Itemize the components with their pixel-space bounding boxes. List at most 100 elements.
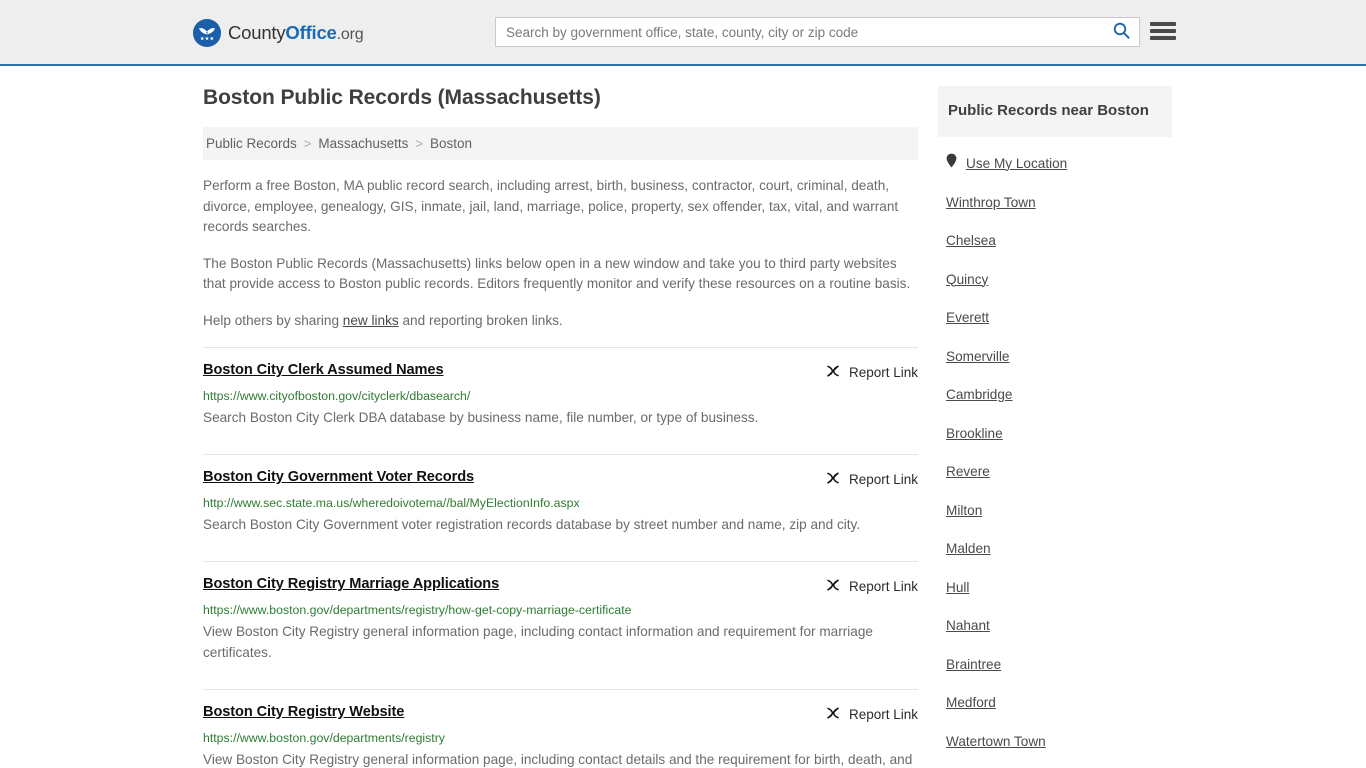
sidebar-heading: Public Records near Boston (938, 86, 1172, 137)
nearby-places-list: Use My Location Winthrop Town Chelsea Qu… (938, 137, 1172, 751)
intro-paragraph-1: Perform a free Boston, MA public record … (203, 178, 899, 234)
hamburger-bar (1150, 22, 1176, 26)
results-list: Boston City Clerk Assumed Names Report L… (203, 347, 918, 768)
new-links-link[interactable]: new links (343, 313, 399, 328)
breadcrumb-item-massachusetts[interactable]: Massachusetts (318, 136, 408, 151)
site-header: CountyOffice.org (0, 0, 1366, 66)
report-link-button[interactable]: Report Link (825, 577, 918, 596)
breadcrumb-item-boston: Boston (430, 136, 473, 151)
search-bar[interactable] (495, 17, 1140, 47)
nearby-item[interactable]: Cambridge (946, 386, 1172, 404)
nearby-link-chelsea[interactable]: Chelsea (946, 233, 996, 248)
nearby-item[interactable]: Chelsea (946, 232, 1172, 250)
result-title-link[interactable]: Boston City Clerk Assumed Names (203, 362, 444, 378)
nearby-item[interactable]: Braintree (946, 656, 1172, 674)
result-item: Boston City Registry Marriage Applicatio… (203, 561, 918, 689)
use-my-location-link[interactable]: Use My Location (966, 156, 1067, 171)
logo-wordmark: CountyOffice.org (228, 22, 364, 44)
intro-paragraph-3-prefix: Help others by sharing (203, 312, 343, 328)
nearby-link-malden[interactable]: Malden (946, 541, 991, 556)
nearby-link-braintree[interactable]: Braintree (946, 657, 1001, 672)
result-header: Boston City Registry Marriage Applicatio… (203, 576, 918, 596)
hamburger-bar (1150, 29, 1176, 33)
nearby-link-quincy[interactable]: Quincy (946, 272, 988, 287)
intro-section: Perform a free Boston, MA public record … (203, 176, 918, 331)
result-header: Boston City Registry Website Report Link (203, 704, 918, 724)
use-my-location-row[interactable]: Use My Location (946, 153, 1172, 173)
broken-link-icon (825, 577, 841, 596)
map-pin-icon (946, 153, 957, 173)
intro-paragraph-2: The Boston Public Records (Massachusetts… (203, 255, 911, 292)
breadcrumb: Public Records > Massachusetts > Boston (203, 127, 918, 160)
site-logo[interactable]: CountyOffice.org (193, 19, 364, 47)
result-title-link[interactable]: Boston City Registry Website (203, 704, 404, 720)
logo-text-county: County (228, 22, 286, 43)
result-header: Boston City Clerk Assumed Names Report L… (203, 362, 918, 382)
nearby-item[interactable]: Watertown Town (946, 733, 1172, 751)
report-link-label: Report Link (848, 365, 918, 380)
logo-text-office: Office (285, 22, 337, 43)
nearby-item[interactable]: Everett (946, 309, 1172, 327)
result-url-link[interactable]: https://www.boston.gov/departments/regis… (203, 731, 918, 745)
hamburger-bar (1150, 36, 1176, 40)
result-header: Boston City Government Voter Records Rep… (203, 469, 918, 489)
nearby-link-cambridge[interactable]: Cambridge (946, 387, 1013, 402)
nearby-item[interactable]: Malden (946, 540, 1172, 558)
eagle-shield-logo-icon (193, 19, 221, 47)
report-link-button[interactable]: Report Link (825, 363, 918, 382)
nearby-link-hull[interactable]: Hull (946, 580, 969, 595)
nearby-link-nahant[interactable]: Nahant (946, 618, 990, 633)
broken-link-icon (825, 470, 841, 489)
nearby-link-revere[interactable]: Revere (946, 464, 990, 479)
report-link-label: Report Link (848, 706, 918, 722)
report-link-button[interactable]: Report Link (825, 470, 918, 489)
report-link-label: Report Link (848, 579, 918, 595)
result-item: Boston City Government Voter Records Rep… (203, 454, 918, 561)
nearby-link-watertown-town[interactable]: Watertown Town (946, 734, 1046, 749)
intro-paragraph-3: Help others by sharing new links and rep… (203, 311, 918, 332)
nearby-link-milton[interactable]: Milton (946, 503, 982, 518)
broken-link-icon (825, 363, 841, 382)
nearby-link-brookline[interactable]: Brookline (946, 426, 1003, 441)
result-title-link[interactable]: Boston City Registry Marriage Applicatio… (203, 576, 499, 592)
nearby-item[interactable]: Brookline (946, 425, 1172, 443)
nearby-link-winthrop-town[interactable]: Winthrop Town (946, 195, 1036, 210)
nearby-item[interactable]: Hull (946, 579, 1172, 597)
sidebar: Public Records near Boston Use My Locati… (938, 86, 1172, 768)
nearby-item[interactable]: Quincy (946, 271, 1172, 289)
breadcrumb-separator-icon: > (303, 136, 312, 151)
report-link-button[interactable]: Report Link (825, 705, 918, 724)
broken-link-icon (825, 705, 841, 724)
result-url-link[interactable]: https://www.boston.gov/departments/regis… (203, 603, 918, 617)
search-icon (1113, 22, 1130, 42)
nearby-item[interactable]: Milton (946, 502, 1172, 520)
page-title: Boston Public Records (Massachusetts) (203, 86, 601, 109)
nearby-link-medford[interactable]: Medford (946, 695, 996, 710)
result-description: Search Boston City Clerk DBA database by… (203, 410, 759, 425)
result-url-link[interactable]: https://www.cityofboston.gov/cityclerk/d… (203, 389, 918, 403)
nearby-item[interactable]: Nahant (946, 617, 1172, 635)
result-description: View Boston City Registry general inform… (203, 751, 913, 767)
search-button[interactable] (1103, 18, 1139, 46)
breadcrumb-separator-icon: > (415, 136, 424, 151)
nearby-item[interactable]: Medford (946, 694, 1172, 712)
result-title-link[interactable]: Boston City Government Voter Records (203, 469, 474, 485)
main-content: Boston Public Records (Massachusetts) Pu… (203, 86, 918, 768)
nearby-item[interactable]: Winthrop Town (946, 194, 1172, 212)
result-item: Boston City Registry Website Report Link… (203, 688, 918, 768)
report-link-label: Report Link (848, 472, 918, 488)
logo-text-org: .org (336, 26, 364, 43)
hamburger-menu-icon[interactable] (1150, 20, 1176, 42)
result-description: Search Boston City Government voter regi… (203, 517, 861, 533)
result-url-link[interactable]: http://www.sec.state.ma.us/wheredoivotem… (203, 496, 918, 510)
breadcrumb-item-public-records[interactable]: Public Records (206, 136, 297, 151)
nearby-link-somerville[interactable]: Somerville (946, 349, 1009, 364)
nearby-item[interactable]: Revere (946, 463, 1172, 481)
search-input[interactable] (496, 18, 1103, 46)
nearby-item[interactable]: Somerville (946, 348, 1172, 366)
result-description: View Boston City Registry general inform… (203, 624, 873, 660)
intro-paragraph-3-suffix: and reporting broken links. (398, 312, 563, 328)
nearby-link-everett[interactable]: Everett (946, 310, 989, 325)
result-item: Boston City Clerk Assumed Names Report L… (203, 347, 918, 454)
page-body: Boston Public Records (Massachusetts) Pu… (0, 66, 1366, 767)
